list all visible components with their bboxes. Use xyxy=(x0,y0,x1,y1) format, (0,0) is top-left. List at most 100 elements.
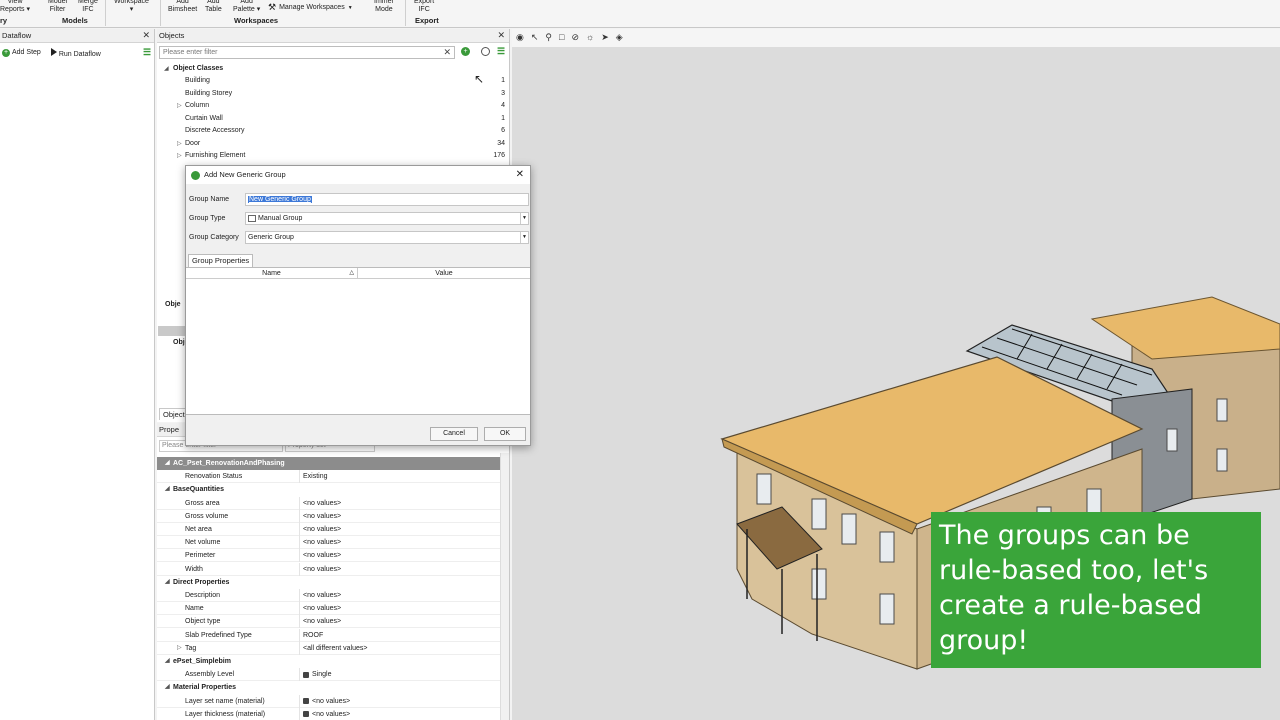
menu-icon[interactable]: ☰ xyxy=(497,46,505,57)
property-row[interactable]: Layer thickness (material) <no values> xyxy=(157,707,500,720)
property-row[interactable]: Layer set name (material) <no values> xyxy=(157,694,500,708)
collapse-icon[interactable]: ◢ xyxy=(164,63,169,75)
property-value-cell[interactable]: <no values> xyxy=(303,589,341,602)
tree-item[interactable]: Curtain Wall 1 xyxy=(157,113,508,125)
ribbon-button[interactable]: Add Palette ▾ xyxy=(233,0,260,14)
property-row[interactable]: ▷ Tag <all different values> xyxy=(157,641,500,655)
group-properties-tab[interactable]: Group Properties xyxy=(188,254,254,267)
ribbon-button[interactable]: Export IFC xyxy=(414,0,434,14)
property-value-cell[interactable]: <no values> xyxy=(303,615,341,628)
ribbon-button[interactable]: Merge IFC xyxy=(78,0,98,14)
target-icon[interactable] xyxy=(481,47,490,56)
manage-workspaces-button[interactable]: ⚒ Manage Workspaces ▼ xyxy=(268,2,353,13)
collapse-icon[interactable]: ◢ xyxy=(165,655,170,668)
chevron-down-icon[interactable]: ▼ xyxy=(520,213,528,224)
dialog-title: Add New Generic Group xyxy=(204,170,286,179)
run-dataflow-button[interactable]: Run Dataflow xyxy=(50,48,101,58)
property-value-cell[interactable]: <no values> xyxy=(303,510,341,523)
selected-row[interactable] xyxy=(158,326,188,336)
group-icon xyxy=(248,214,256,222)
property-row[interactable]: Assembly Level Single xyxy=(157,668,500,682)
tree-item[interactable]: Building 1 xyxy=(157,75,508,87)
tree-item[interactable]: Discrete Accessory 6 xyxy=(157,125,508,137)
property-value-cell[interactable]: <no values> xyxy=(303,497,341,510)
close-icon[interactable]: ✕ xyxy=(516,166,524,184)
property-value-cell[interactable]: Single xyxy=(303,668,331,681)
add-filter-icon[interactable]: + xyxy=(461,47,470,56)
property-row[interactable]: Width <no values> xyxy=(157,562,500,576)
collapse-icon[interactable]: ◢ xyxy=(165,576,170,589)
property-row[interactable]: Gross volume <no values> xyxy=(157,509,500,523)
property-row[interactable]: Description <no values> xyxy=(157,589,500,602)
ribbon-button[interactable]: View Reports ▾ xyxy=(0,0,30,14)
ribbon-button[interactable]: Workspace ▾ xyxy=(114,0,149,14)
tree-item[interactable]: ▷ Door 34 xyxy=(157,138,508,150)
close-icon[interactable]: ✕ xyxy=(497,30,505,41)
property-row[interactable]: Net area <no values> xyxy=(157,523,500,536)
tree-item[interactable]: ▷ Column 4 xyxy=(157,100,508,112)
ribbon-button[interactable]: Immer Mode xyxy=(374,0,394,14)
ok-button[interactable]: OK xyxy=(484,427,526,441)
chevron-down-icon[interactable]: ▼ xyxy=(520,232,528,243)
property-value-cell[interactable]: <no values> xyxy=(303,523,341,536)
property-row[interactable]: Name <no values> xyxy=(157,602,500,616)
tree-item-label: Building xyxy=(185,77,210,84)
collapse-icon[interactable]: ◢ xyxy=(165,681,170,694)
property-name: Gross volume xyxy=(185,512,229,520)
cancel-button[interactable]: Cancel xyxy=(430,427,478,441)
property-group[interactable]: ◢ BaseQuantities xyxy=(157,483,500,496)
property-value-cell[interactable]: <no values> xyxy=(303,549,341,562)
group-properties-table[interactable]: Name △ Value xyxy=(186,267,530,415)
ribbon-button[interactable]: Model Filter xyxy=(48,0,67,14)
property-row[interactable]: Net volume <no values> xyxy=(157,536,500,550)
property-value-cell[interactable]: ROOF xyxy=(303,629,323,642)
dataflow-title-bar: Dataflow ✕ xyxy=(0,29,154,43)
property-value-cell[interactable]: <no values> xyxy=(303,536,341,549)
property-group[interactable]: ◢ Material Properties xyxy=(157,681,500,694)
property-group[interactable]: ◢ ePset_Simplebim xyxy=(157,655,500,668)
collapse-icon[interactable]: ◢ xyxy=(165,457,170,470)
property-value-cell[interactable]: <no values> xyxy=(303,708,350,720)
tree-item-label: Building Storey xyxy=(185,89,233,97)
property-value: ROOF xyxy=(303,631,324,639)
clear-icon[interactable]: ✕ xyxy=(443,47,451,58)
properties-scrollbar[interactable] xyxy=(500,453,509,720)
property-row[interactable]: Gross area <no values> xyxy=(157,496,500,510)
ribbon-button[interactable]: Add Bimsheet xyxy=(168,0,197,14)
tree-item-count: 6 xyxy=(501,127,505,134)
column-header-value[interactable]: Value xyxy=(358,268,530,279)
expand-icon[interactable]: ▷ xyxy=(177,642,182,655)
menu-icon[interactable]: ☰ xyxy=(143,47,151,58)
property-row[interactable]: Object type <no values> xyxy=(157,615,500,629)
property-value-cell[interactable]: <all different values> xyxy=(303,642,367,655)
property-value-cell[interactable]: <no values> xyxy=(303,602,341,615)
property-value-cell[interactable]: <no values> xyxy=(303,563,341,576)
property-row[interactable]: Renovation Status Existing xyxy=(157,470,500,484)
tree-item-count: 34 xyxy=(497,139,505,147)
objects-filter-input[interactable]: Please enter filter ✕ xyxy=(159,46,455,59)
property-value: <no values> xyxy=(303,526,342,533)
column-header-name[interactable]: Name △ xyxy=(186,268,358,279)
close-icon[interactable]: ✕ xyxy=(142,30,150,41)
tree-item[interactable]: Building Storey 3 xyxy=(157,88,508,100)
expand-icon[interactable]: ▷ xyxy=(177,138,182,150)
property-value-cell[interactable]: <no values> xyxy=(303,695,350,708)
property-group[interactable]: ◢ Direct Properties xyxy=(157,576,500,589)
expand-icon[interactable]: ▷ xyxy=(177,100,182,112)
property-group[interactable]: ◢ AC_Pset_RenovationAndPhasing xyxy=(157,457,500,470)
tree-item[interactable]: ▷ Furnishing Element 176 xyxy=(157,150,508,162)
expand-icon[interactable]: ▷ xyxy=(177,150,182,162)
collapse-icon[interactable]: ◢ xyxy=(165,483,170,496)
lock-icon xyxy=(303,671,309,678)
property-name: Width xyxy=(185,565,203,573)
add-step-button[interactable]: + Add Step xyxy=(2,49,41,57)
ribbon-button[interactable]: Add Table xyxy=(205,0,222,14)
property-value-cell[interactable]: Existing xyxy=(303,470,328,483)
objects-title-bar: Objects ✕ xyxy=(157,29,509,43)
property-row[interactable]: Slab Predefined Type ROOF xyxy=(157,628,500,642)
group-type-select[interactable]: Manual Group ▼ xyxy=(245,212,529,225)
tree-root[interactable]: ◢ Object Classes xyxy=(157,63,508,75)
property-row[interactable]: Perimeter <no values> xyxy=(157,549,500,563)
group-category-select[interactable]: Generic Group ▼ xyxy=(245,231,529,244)
group-name-input[interactable]: New Generic Group xyxy=(245,193,529,206)
